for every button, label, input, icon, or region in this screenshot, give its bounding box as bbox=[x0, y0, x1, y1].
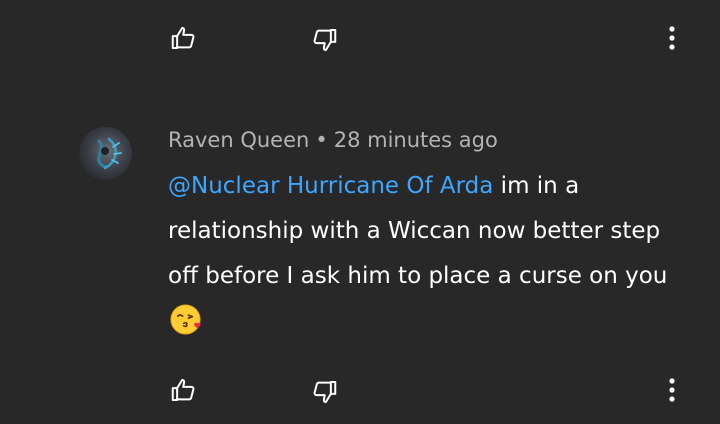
more-options-button[interactable] bbox=[654, 372, 690, 408]
comment-author[interactable]: Raven Queen bbox=[168, 128, 309, 152]
more-vert-icon bbox=[669, 26, 675, 50]
dislike-button[interactable] bbox=[306, 22, 342, 58]
comments-panel: Raven Queen • 28 minutes ago @Nuclear Hurr… bbox=[0, 0, 720, 424]
like-button[interactable] bbox=[166, 20, 202, 56]
comment-time: 28 minutes ago bbox=[333, 128, 498, 152]
meta-separator: • bbox=[315, 128, 328, 152]
avatar[interactable] bbox=[79, 127, 132, 180]
like-button[interactable] bbox=[166, 372, 202, 408]
thumbs-down-icon bbox=[313, 29, 337, 52]
comment-text: @Nuclear Hurricane Of Arda im in a relat… bbox=[168, 164, 668, 344]
comment-meta: Raven Queen • 28 minutes ago bbox=[168, 128, 498, 152]
dislike-button[interactable] bbox=[306, 374, 342, 410]
mention-link[interactable]: @Nuclear Hurricane Of Arda bbox=[168, 173, 493, 199]
more-options-button[interactable] bbox=[654, 20, 690, 56]
thumbs-down-icon bbox=[313, 381, 337, 404]
more-vert-icon bbox=[669, 378, 675, 402]
thumbs-up-icon bbox=[171, 378, 195, 401]
comment-actions bbox=[0, 372, 720, 412]
avatar-image-icon bbox=[97, 137, 122, 170]
face-blowing-a-kiss-emoji-icon bbox=[170, 304, 201, 335]
thumbs-up-icon bbox=[171, 26, 195, 49]
previous-comment-actions bbox=[0, 20, 720, 60]
